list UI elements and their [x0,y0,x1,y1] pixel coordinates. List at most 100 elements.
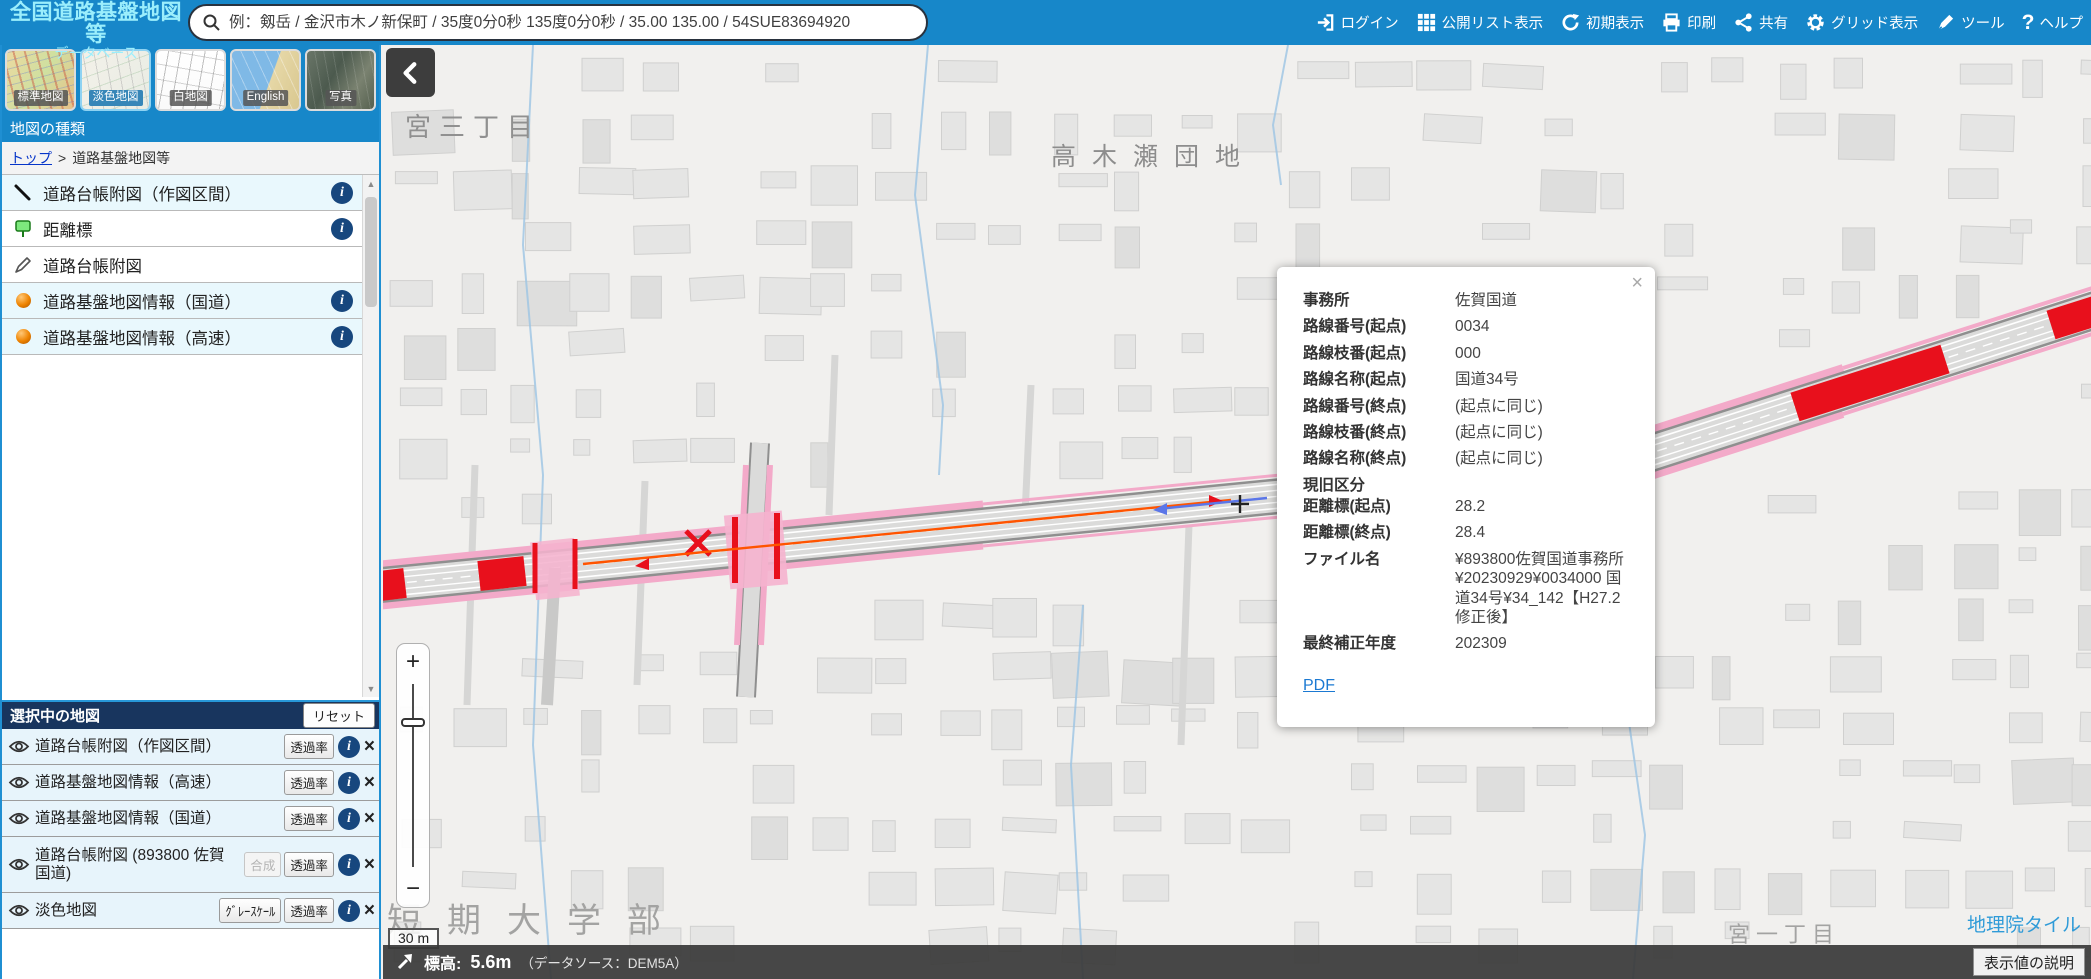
popup-field-value: 000 [1455,344,1635,363]
app-title: 全国道路基盤地図等 データベース [6,2,186,61]
pen-icon [10,255,36,275]
layer-item-kiban-kokudo[interactable]: 道路基盤地図情報（国道） i [2,283,379,319]
basemap-english[interactable]: English [230,49,301,111]
popup-field-value: 佐賀国道 [1455,291,1635,310]
zoom-out-button[interactable]: − [397,871,429,907]
popup-field-value [1455,476,1635,495]
sphere-icon [10,293,36,308]
elevation-label: 標高: [424,950,461,974]
info-icon[interactable]: i [338,854,360,876]
remove-layer-icon[interactable]: × [364,737,375,756]
gear-icon [1805,12,1826,33]
opacity-button[interactable]: 透過率 [284,898,334,923]
opacity-button[interactable]: 透過率 [284,734,334,759]
selected-maps-title: 選択中の地図 [10,705,100,726]
selected-maps-section: 選択中の地図 リセット 道路台帳附図（作図区間） 透過率 i × 道路基盤地図情… [2,700,379,929]
layer-label: 道路基盤地図情報（国道） [43,289,241,313]
search-icon [202,13,221,32]
info-icon[interactable]: i [331,218,353,240]
login-button[interactable]: ログイン [1315,12,1399,33]
basemap-label: 標準地図 [14,90,68,106]
popup-close-icon[interactable]: × [1631,273,1643,293]
layer-item-daicho-sakuzu[interactable]: 道路台帳附図（作図区間） i [2,175,379,211]
sidebar-scrollbar[interactable]: ▲ ▼ [362,175,379,697]
sidebar-collapse-button[interactable] [386,48,435,97]
info-icon[interactable]: i [331,182,353,204]
layer-label: 道路台帳附図 [43,253,142,277]
popup-pdf-link[interactable]: PDF [1303,677,1335,695]
grid-list-icon [1416,12,1437,33]
selected-map-label: 道路台帳附図 (893800 佐賀国道) [35,847,241,883]
sphere-icon [10,329,36,344]
info-icon[interactable]: i [338,736,360,758]
composite-button[interactable]: 合成 [244,852,281,877]
zoom-in-button[interactable]: + [397,644,429,680]
breadcrumb-home-link[interactable]: トップ [10,148,52,168]
map-label-district: 高木瀬団地 [1051,137,1256,173]
popup-field-value: ¥893800佐賀国道事務所¥20230929¥0034000 国道34号¥34… [1455,550,1635,628]
layer-item-kyorihyo[interactable]: 距離標 i [2,211,379,247]
visibility-eye-icon[interactable] [8,775,32,790]
login-icon [1315,12,1336,33]
share-button[interactable]: 共有 [1733,12,1788,33]
help-button[interactable]: ? ヘルプ [2022,11,2083,35]
print-label: 印刷 [1687,12,1716,33]
tools-button[interactable]: ツール [1935,12,2005,33]
public-list-button[interactable]: 公開リスト表示 [1416,12,1544,33]
print-button[interactable]: 印刷 [1661,12,1716,33]
map-canvas[interactable]: 宮三丁目 高木瀬団地 短期大学部 宮一丁目 + − 30 m 地理院タイル × … [383,45,2091,979]
scroll-down-icon[interactable]: ▼ [363,680,379,697]
layer-item-daicho[interactable]: 道路台帳附図 [2,247,379,283]
tools-pen-icon [1935,12,1956,33]
basemap-photo[interactable]: 写真 [305,49,376,111]
reset-button[interactable]: リセット [303,703,375,728]
zoom-control[interactable]: + − [396,643,430,908]
remove-layer-icon[interactable]: × [364,855,375,874]
popup-field-value: (起点に同じ) [1455,423,1635,442]
opacity-button[interactable]: 透過率 [284,806,334,831]
info-icon[interactable]: i [331,290,353,312]
grid-display-button[interactable]: グリッド表示 [1805,12,1918,33]
visibility-eye-icon[interactable] [8,903,32,918]
initial-view-button[interactable]: 初期表示 [1560,12,1644,33]
help-label: ヘルプ [2040,12,2084,33]
line-icon [10,183,36,203]
help-icon: ? [2022,11,2035,35]
remove-layer-icon[interactable]: × [364,773,375,792]
breadcrumb-current: 道路基盤地図等 [72,148,170,168]
map-types-header: 地図の種類 [2,115,379,142]
opacity-button[interactable]: 透過率 [284,770,334,795]
search-input[interactable] [229,14,914,32]
info-icon[interactable]: i [331,326,353,348]
visibility-eye-icon[interactable] [8,857,32,872]
popup-field-label: 距離標(起点) [1303,497,1455,516]
info-icon[interactable]: i [338,808,360,830]
info-icon[interactable]: i [338,900,360,922]
legend-button[interactable]: 表示値の説明 [1973,948,2085,976]
selected-map-row: 淡色地図 ｸﾞﾚｰｽｹｰﾙ 透過率 i × [2,893,379,929]
grayscale-button[interactable]: ｸﾞﾚｰｽｹｰﾙ [219,898,281,923]
basemap-label: English [243,90,289,106]
zoom-slider-handle[interactable] [401,718,425,727]
left-sidebar: 標準地図 淡色地図 白地図 English 写真 地図の種類 トップ > 道路基… [0,45,381,979]
popup-field-label: 路線名称(終点) [1303,449,1455,468]
search-box[interactable] [188,4,928,41]
scroll-up-icon[interactable]: ▲ [363,175,379,192]
scrollbar-thumb[interactable] [365,197,377,307]
tiles-credit-link[interactable]: 地理院タイル [1967,910,2081,937]
popup-field-value: 国道34号 [1455,370,1635,389]
road-corridor-ne [1623,283,2091,487]
visibility-eye-icon[interactable] [8,739,32,754]
info-icon[interactable]: i [338,772,360,794]
remove-layer-icon[interactable]: × [364,809,375,828]
visibility-eye-icon[interactable] [8,811,32,826]
basemap-label: 写真 [325,90,356,106]
popup-field-label: 路線番号(終点) [1303,397,1455,416]
initial-view-label: 初期表示 [1586,12,1644,33]
remove-layer-icon[interactable]: × [364,901,375,920]
opacity-button[interactable]: 透過率 [284,852,334,877]
zoom-slider-track[interactable] [397,680,429,871]
layer-item-kiban-kosoku[interactable]: 道路基盤地図情報（高速） i [2,319,379,355]
layer-label: 道路基盤地図情報（高速） [43,325,241,349]
popup-field-value: 28.4 [1455,523,1635,542]
